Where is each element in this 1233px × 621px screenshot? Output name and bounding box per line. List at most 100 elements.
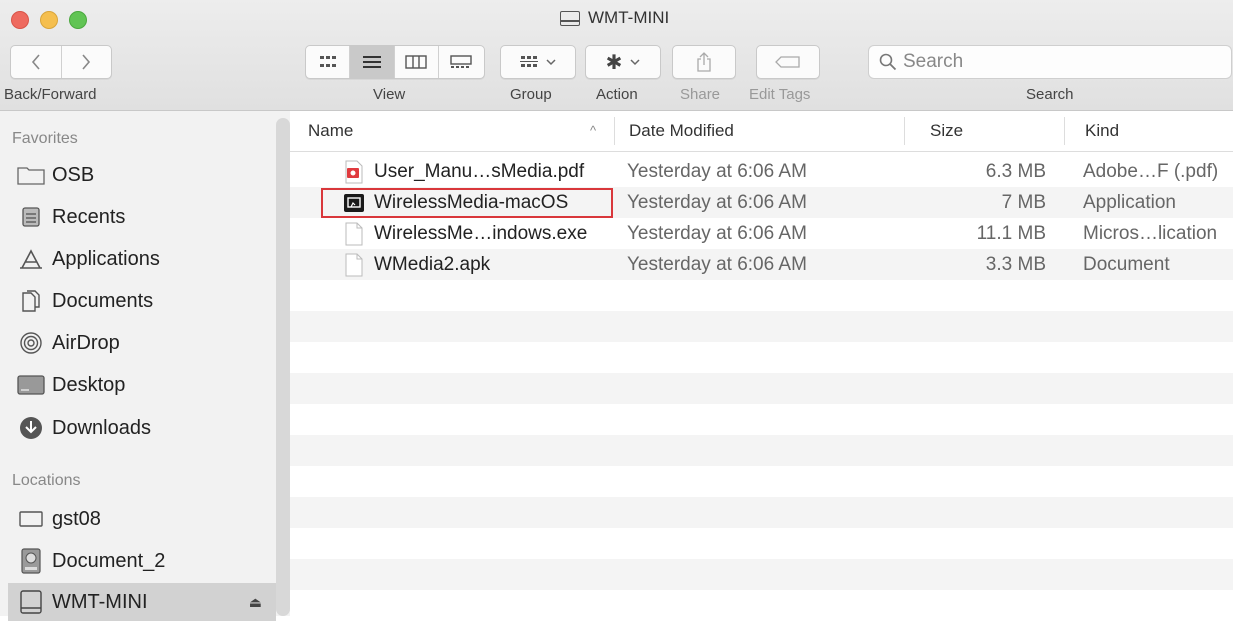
sidebar-item-label: WMT-MINI [52,590,148,613]
column-divider[interactable] [904,117,905,145]
file-name: WMedia2.apk [374,254,491,275]
sidebar-item-airdrop[interactable]: AirDrop [16,328,268,358]
desktop-icon [16,373,46,397]
locations-header: Locations [12,472,81,489]
disk-icon [16,548,46,574]
downloads-icon [16,416,46,440]
column-kind-header[interactable]: Kind [1085,111,1119,151]
column-divider[interactable] [614,117,615,145]
file-name: WirelessMe…indows.exe [374,223,588,244]
file-kind: Application [1083,192,1176,213]
gallery-view-icon [450,55,473,68]
pdf-icon [345,160,363,184]
list-view-button[interactable] [350,46,395,78]
highlight-annotation [321,188,613,218]
empty-row [290,373,1233,404]
sidebar-item-label: Document_2 [52,549,166,572]
applications-icon [16,247,46,271]
file-name: User_Manu…sMedia.pdf [374,161,585,182]
search-field[interactable]: Search [868,45,1232,79]
icon-view-button[interactable] [306,46,351,78]
folder-icon [16,163,46,187]
sidebar-item-document-2[interactable]: Document_2 [16,546,268,576]
file-size: 7 MB [1001,192,1046,213]
column-name-header[interactable]: Name [308,111,353,151]
forward-button[interactable] [62,46,112,78]
sidebar: Favorites OSB Recents Applications Docum… [0,111,290,621]
edit-tags-button[interactable] [756,45,820,79]
group-label: Group [510,86,552,103]
sidebar-item-label: OSB [52,163,95,186]
sidebar-item-desktop[interactable]: Desktop [16,370,268,400]
gallery-view-button[interactable] [439,46,484,78]
close-window-button[interactable] [11,11,29,29]
share-label: Share [680,86,721,103]
sidebar-item-label: Desktop [52,373,126,396]
sort-indicator-icon: ^ [590,123,597,138]
column-date-header[interactable]: Date Modified [629,111,734,151]
back-button[interactable] [11,46,62,78]
table-row[interactable]: WirelessMe…indows.exe Yesterday at 6:06 … [290,218,1233,249]
file-date: Yesterday at 6:06 AM [627,192,807,213]
tag-icon [775,56,800,68]
column-divider[interactable] [1064,117,1065,145]
column-view-icon [405,55,427,69]
sidebar-item-label: Documents [52,289,154,312]
column-header: Name ^ Date Modified Size Kind [290,111,1233,152]
external-drive-icon [16,590,46,614]
computer-icon [16,507,46,531]
icon-grid-icon [319,56,336,67]
column-view-button[interactable] [395,46,439,78]
empty-row [290,528,1233,559]
eject-icon[interactable]: ⏏ [249,594,262,611]
search-placeholder: Search [903,51,964,72]
group-button[interactable] [500,45,576,79]
list-view-icon [362,56,381,68]
sidebar-scrollbar[interactable] [276,118,290,616]
sidebar-item-documents[interactable]: Documents [16,286,268,316]
table-row[interactable]: WMedia2.apk Yesterday at 6:06 AM 3.3 MB … [290,249,1233,280]
file-kind: Micros…lication [1083,223,1218,244]
drive-icon [560,10,580,26]
sidebar-item-label: AirDrop [52,331,120,354]
back-forward-label: Back/Forward [4,86,97,103]
file-size: 11.1 MB [976,223,1046,244]
sidebar-item-osb[interactable]: OSB [16,160,268,190]
sidebar-item-wmt-mini[interactable]: WMT-MINI ⏏ [8,583,276,621]
empty-row [290,311,1233,342]
table-row[interactable]: User_Manu…sMedia.pdf Yesterday at 6:06 A… [290,156,1233,187]
empty-row [290,497,1233,528]
chevron-left-icon [31,54,40,70]
gear-icon: ✱ [605,51,623,74]
file-date: Yesterday at 6:06 AM [627,223,807,244]
sidebar-item-label: Applications [52,247,160,270]
share-icon [697,52,711,72]
group-icon [520,56,538,67]
sidebar-item-recents[interactable]: Recents [16,202,268,232]
empty-row [290,466,1233,497]
sidebar-item-label: Recents [52,205,126,228]
empty-row [290,590,1233,616]
edit-tags-label: Edit Tags [749,86,811,103]
search-label: Search [1026,86,1074,103]
file-kind: Adobe…F (.pdf) [1083,161,1219,182]
empty-row [290,342,1233,373]
sidebar-item-applications[interactable]: Applications [16,244,268,274]
recents-icon [16,205,46,229]
view-label: View [373,86,406,103]
action-button[interactable]: ✱ [585,45,661,79]
sidebar-item-gst08[interactable]: gst08 [16,504,268,534]
sidebar-item-downloads[interactable]: Downloads [16,413,268,443]
sidebar-item-label: gst08 [52,507,101,530]
minimize-window-button[interactable] [40,11,58,29]
column-size-header[interactable]: Size [930,111,963,151]
chevron-right-icon [82,54,91,70]
documents-icon [16,289,46,313]
file-date: Yesterday at 6:06 AM [627,254,807,275]
action-label: Action [596,86,638,103]
share-button[interactable] [672,45,736,79]
chevron-down-icon [546,59,556,66]
zoom-window-button[interactable] [69,11,87,29]
window-title: WMT-MINI [560,8,669,28]
view-control [305,45,485,79]
